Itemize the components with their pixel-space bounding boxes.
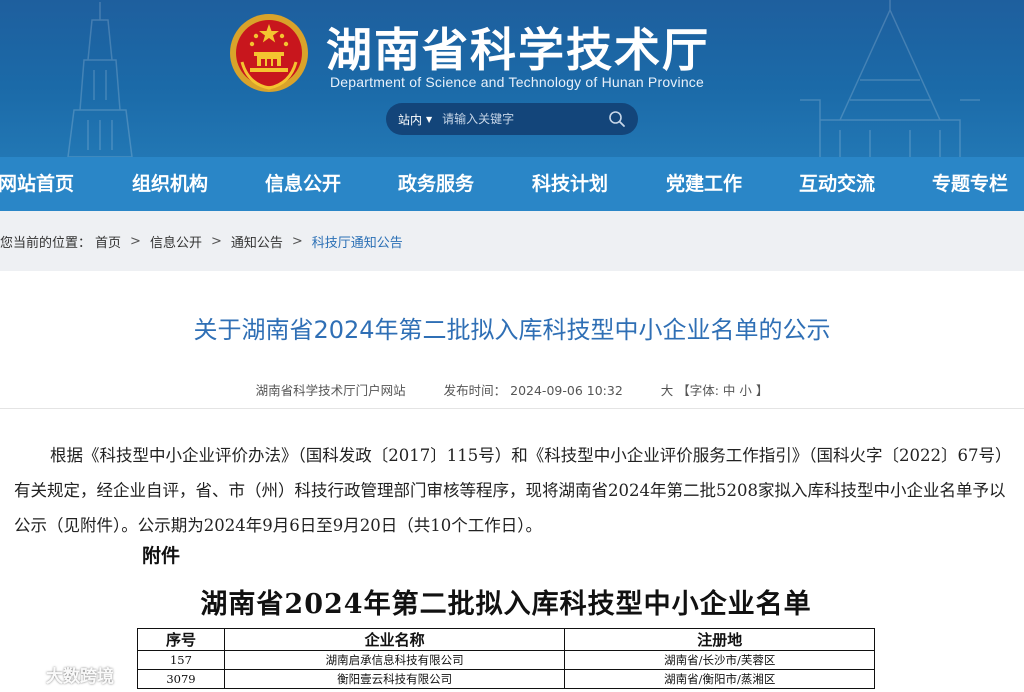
nav-item-interaction[interactable]: 互动交流 <box>799 157 875 211</box>
cell-location: 湖南省/衡阳市/蒸湘区 <box>564 669 875 689</box>
enterprise-table: 序号 企业名称 注册地 157 湖南启承信息科技有限公司 湖南省/长沙市/芙蓉区… <box>137 628 875 689</box>
cell-location: 湖南省/长沙市/芙蓉区 <box>564 650 875 670</box>
breadcrumb-separator: > <box>291 233 303 249</box>
breadcrumb-home[interactable]: 首页 <box>95 232 121 251</box>
breadcrumb-info-disclosure[interactable]: 信息公开 <box>150 232 202 251</box>
landmark-tower-left-decoration <box>67 2 133 157</box>
breadcrumb-separator: > <box>130 233 141 249</box>
article-source: 湖南省科学技术厅门户网站 <box>255 383 406 398</box>
site-title: 湖南省科学技术厅 <box>326 23 710 77</box>
cell-company: 衡阳壹云科技有限公司 <box>223 669 566 689</box>
article-title: 关于湖南省2024年第二批拟入库科技型中小企业名单的公示 <box>193 316 831 344</box>
watermark-text: 大数跨境 <box>46 666 114 687</box>
article-meta: 湖南省科学技术厅门户网站 发布时间： 2024-09-06 10:32 大 【字… <box>0 380 1024 399</box>
column-header-location: 注册地 <box>564 628 875 651</box>
divider <box>0 408 1024 409</box>
site-subtitle: Department of Science and Technology of … <box>330 74 704 90</box>
search-icon[interactable] <box>608 110 626 128</box>
article-body: 根据《科技型中小企业评价办法》（国科发政〔2017〕115号）和《科技型中小企业… <box>14 446 1006 535</box>
search-box: 站内 ▼ <box>386 103 638 135</box>
search-scope-label: 站内 <box>398 112 423 127</box>
national-emblem-icon <box>230 14 308 92</box>
landmark-tower-right-decoration <box>800 0 980 157</box>
site-header: 湖南省科学技术厅 Department of Science and Techn… <box>0 0 1024 157</box>
nav-item-special-topics[interactable]: 专题专栏 <box>932 157 1008 211</box>
column-header-index: 序号 <box>137 628 225 651</box>
list-title: 湖南省2024年第二批拟入库科技型中小企业名单 <box>200 589 812 620</box>
watermark-logo-icon <box>7 664 40 685</box>
search-input[interactable] <box>442 112 608 126</box>
table-row: 3079 衡阳壹云科技有限公司 湖南省/衡阳市/蒸湘区 <box>137 669 875 689</box>
breadcrumb-separator: > <box>210 233 222 249</box>
publish-time-label: 发布时间： <box>443 383 507 398</box>
breadcrumb-dept-notices[interactable]: 科技厅通知公告 <box>312 232 403 251</box>
cell-index: 157 <box>137 650 225 670</box>
cell-company: 湖南启承信息科技有限公司 <box>223 650 566 670</box>
main-nav: 网站首页 组织机构 信息公开 政务服务 科技计划 党建工作 互动交流 专题专栏 <box>0 157 1024 211</box>
breadcrumb-notices[interactable]: 通知公告 <box>231 232 283 251</box>
font-size-controls[interactable]: 大 【字体: 中 小 】 <box>661 383 769 398</box>
caret-down-icon: ▼ <box>426 114 433 124</box>
nav-item-gov-services[interactable]: 政务服务 <box>398 157 474 211</box>
nav-item-tech-plans[interactable]: 科技计划 <box>532 157 608 211</box>
breadcrumb: 您当前的位置： 首页 > 信息公开 > 通知公告 > 科技厅通知公告 <box>0 211 1024 271</box>
cell-index: 3079 <box>137 669 225 689</box>
table-row: 157 湖南启承信息科技有限公司 湖南省/长沙市/芙蓉区 <box>137 650 875 670</box>
table-header-row: 序号 企业名称 注册地 <box>137 628 875 651</box>
publish-time: 2024-09-06 10:32 <box>510 383 623 398</box>
attachment-label: 附件 <box>142 545 181 567</box>
breadcrumb-prefix: 您当前的位置： <box>0 235 92 251</box>
nav-item-organization[interactable]: 组织机构 <box>132 157 208 211</box>
search-scope-dropdown[interactable]: 站内 ▼ <box>398 111 432 128</box>
column-header-company: 企业名称 <box>223 628 566 651</box>
nav-item-home[interactable]: 网站首页 <box>0 157 74 211</box>
watermark: 大数跨境 <box>4 660 114 688</box>
nav-item-info-disclosure[interactable]: 信息公开 <box>265 157 341 211</box>
nav-item-party-building[interactable]: 党建工作 <box>666 157 742 211</box>
